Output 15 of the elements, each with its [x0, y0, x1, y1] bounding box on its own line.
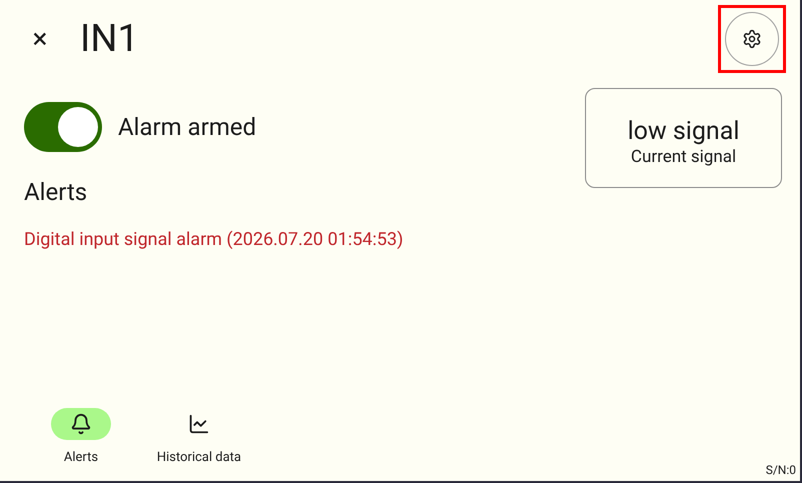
signal-value: low signal [628, 117, 740, 147]
nav-tab[interactable]: Historical data [144, 408, 254, 467]
signal-caption: Current signal [630, 147, 736, 167]
page-title: IN1 [80, 16, 139, 62]
alert-message: Digital input signal alarm (2026.07.20 01:54:53) [24, 228, 404, 252]
close-button[interactable]: × [26, 25, 54, 53]
alarm-label: Alarm armed [118, 112, 256, 143]
settings-button[interactable] [725, 12, 779, 66]
chart-icon [188, 412, 210, 434]
bell-icon [70, 412, 92, 434]
settings-icon [742, 29, 762, 49]
nav-tab[interactable]: Alerts [26, 408, 136, 467]
serial-number: S/N:0 [766, 462, 796, 479]
alarm-toggle[interactable] [24, 102, 102, 152]
alerts-heading: Alerts [24, 177, 88, 208]
